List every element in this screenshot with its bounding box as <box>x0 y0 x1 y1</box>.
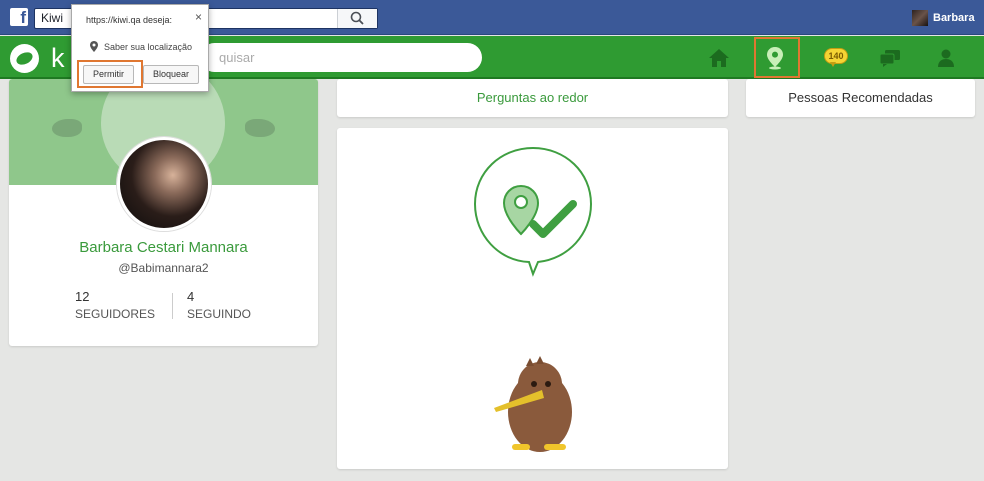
facebook-search-button[interactable] <box>337 9 377 28</box>
following-count: 4 <box>187 289 195 304</box>
home-icon <box>709 49 729 67</box>
facebook-user-avatar <box>912 10 928 26</box>
popup-title: https://kiwi.qa deseja: <box>86 15 173 25</box>
questions-around-tab[interactable]: Perguntas ao redor <box>337 79 728 117</box>
followers-stat[interactable]: 12 SEGUIDORES <box>75 289 155 321</box>
popup-request-label: Saber sua localização <box>104 41 193 52</box>
facebook-user-name: Barbara <box>933 12 975 24</box>
location-check-illustration-icon <box>473 146 593 277</box>
location-main-card <box>337 128 728 469</box>
leaf-decoration-icon <box>245 119 275 137</box>
nav-profile-button[interactable] <box>934 44 958 72</box>
nav-messages-button[interactable] <box>877 44 903 72</box>
popup-request-row: Saber sua localização <box>90 41 192 52</box>
following-label: SEGUINDO <box>187 307 252 321</box>
location-pin-icon <box>90 41 98 52</box>
leaf-decoration-icon <box>52 119 82 137</box>
allow-button-highlight <box>77 60 143 88</box>
facebook-search-value: Kiwi <box>41 11 64 25</box>
followers-count: 12 <box>75 289 90 304</box>
kiwi-logo-icon[interactable] <box>10 44 39 73</box>
kiwi-search-input[interactable]: quisar <box>200 43 482 72</box>
followers-label: SEGUIDORES <box>75 307 156 321</box>
user-icon <box>938 49 954 67</box>
kiwi-search-placeholder: quisar <box>219 50 255 65</box>
following-stat[interactable]: 4 SEGUINDO <box>187 289 251 321</box>
chat-bubbles-icon <box>879 50 900 67</box>
profile-card: Barbara Cestari Mannara @Babimannara2 12… <box>9 79 318 346</box>
stats-divider <box>172 293 173 319</box>
notifications-badge[interactable]: 140 <box>824 48 848 64</box>
popup-close-button[interactable]: × <box>195 10 202 24</box>
kiwi-logo-text[interactable]: k <box>51 43 65 74</box>
facebook-logo-icon[interactable]: f <box>10 8 28 27</box>
profile-avatar[interactable] <box>117 137 211 231</box>
recommended-people-card[interactable]: Pessoas Recomendadas <box>746 79 975 117</box>
nav-home-button[interactable] <box>706 44 732 72</box>
profile-handle: @Babimannara2 <box>118 261 209 275</box>
search-icon <box>350 11 364 25</box>
profile-name[interactable]: Barbara Cestari Mannara <box>9 239 318 256</box>
facebook-user-link[interactable]: Barbara <box>912 9 975 27</box>
kiwi-bird-mascot-icon <box>494 356 572 452</box>
block-button[interactable]: Bloquear <box>143 65 199 84</box>
notifications-badge-tail <box>830 62 836 67</box>
nav-location-button[interactable] <box>762 44 788 72</box>
location-pin-icon <box>767 47 783 70</box>
facebook-logo-letter: f <box>20 8 26 27</box>
